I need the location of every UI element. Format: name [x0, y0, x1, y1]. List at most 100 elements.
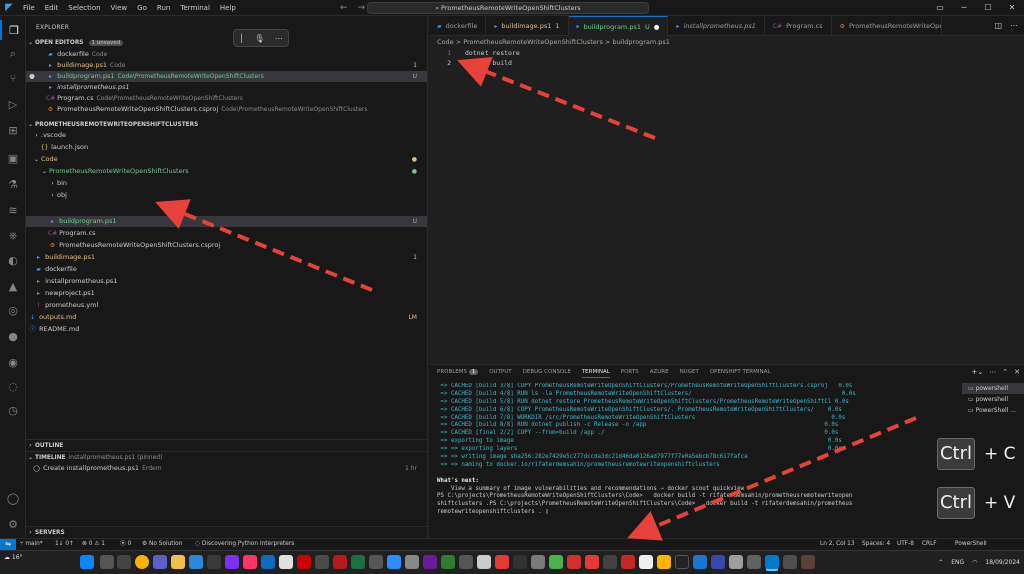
- extensions-icon[interactable]: ⊞: [0, 120, 26, 140]
- testing-icon[interactable]: ⚗: [0, 174, 26, 194]
- sync-status[interactable]: 1↓ 0↑: [55, 539, 74, 550]
- command-center-search[interactable]: ⌕ PrometheusRemoteWriteOpenShiftClusters: [367, 2, 649, 14]
- menu-run[interactable]: Run: [152, 0, 175, 16]
- menu-file[interactable]: File: [18, 0, 40, 16]
- tree-file[interactable]: ▸ buildimage.ps1 1: [26, 252, 427, 263]
- chrome-icon[interactable]: [135, 555, 149, 569]
- open-editor-item[interactable]: C# Program.cs Code\PrometheusRemoteWriteO…: [26, 93, 427, 104]
- workspace-folder-header[interactable]: ⌄ PROMETHEUSREMOTEWRITEOPENSHIFTCLUSTERS: [26, 119, 427, 130]
- unsaved-dot-icon[interactable]: ●: [26, 71, 38, 82]
- code-editor[interactable]: 1 dotnet restore 2 dotnet build: [429, 48, 1024, 364]
- tab-ports[interactable]: PORTS: [621, 369, 639, 378]
- run-debug-icon[interactable]: ▷: [0, 94, 26, 114]
- layout-icon[interactable]: ▭: [928, 0, 952, 16]
- tree-folder[interactable]: › obj: [26, 190, 427, 201]
- tree-folder[interactable]: ⌄ Code ●: [26, 154, 427, 165]
- tab-debug-console[interactable]: DEBUG CONSOLE: [523, 369, 571, 378]
- account-icon[interactable]: ◯: [0, 488, 26, 508]
- github-icon[interactable]: ●: [0, 326, 26, 346]
- cursor-icon[interactable]: │: [239, 34, 244, 43]
- tab-installprometheus[interactable]: ▸ installprometheus.ps1: [668, 16, 765, 36]
- gitlens-icon[interactable]: ◌: [0, 376, 26, 396]
- app-icon[interactable]: [495, 555, 509, 569]
- tab-terminal[interactable]: TERMINAL: [581, 369, 610, 378]
- vscode-taskbar-icon[interactable]: [765, 555, 779, 569]
- app-icon[interactable]: [639, 555, 653, 569]
- settings-gear-icon[interactable]: ⚙: [0, 514, 26, 534]
- open-editors-header[interactable]: ⌄ OPEN EDITORS 1 unsaved: [26, 37, 427, 48]
- app-icon[interactable]: [333, 555, 347, 569]
- encoding[interactable]: UTF-8: [897, 539, 914, 550]
- app-icon[interactable]: [423, 555, 437, 569]
- tray-chevron-icon[interactable]: ⌃: [938, 551, 943, 574]
- close-button[interactable]: ✕: [1000, 0, 1024, 16]
- microphone-icon[interactable]: 🎙: [254, 34, 264, 43]
- app-icon[interactable]: [621, 555, 635, 569]
- app-icon[interactable]: [351, 555, 365, 569]
- app-icon[interactable]: [567, 555, 581, 569]
- app-icon[interactable]: [783, 555, 797, 569]
- problems-status[interactable]: ⊗ 0 ⚠ 1: [82, 539, 105, 550]
- tree-file[interactable]: ▰ dockerfile: [26, 264, 427, 275]
- tab-problems[interactable]: PROBLEMS 1: [437, 369, 479, 378]
- tab-buildimage[interactable]: ▸ buildimage.ps1 1: [486, 16, 569, 36]
- terminal-instance[interactable]: ▭ PowerShell ...: [962, 405, 1024, 416]
- mail-icon[interactable]: [189, 555, 203, 569]
- unsaved-dot-icon[interactable]: ●: [654, 23, 660, 31]
- split-editor-icon[interactable]: ◫: [994, 16, 1002, 36]
- app-icon[interactable]: [585, 555, 599, 569]
- forward-arrow-icon[interactable]: →: [358, 0, 366, 16]
- terminal-instance[interactable]: ▭ powershell: [962, 383, 1024, 394]
- app-icon[interactable]: [477, 555, 491, 569]
- more-actions-icon[interactable]: ⋯: [989, 368, 996, 376]
- menu-go[interactable]: Go: [132, 0, 152, 16]
- breadcrumb[interactable]: Code > PrometheusRemoteWriteOpenShiftClu…: [429, 37, 1024, 48]
- app-icon[interactable]: [531, 555, 545, 569]
- app-icon[interactable]: [243, 555, 257, 569]
- app-icon[interactable]: [729, 555, 743, 569]
- database-icon[interactable]: ◎: [0, 300, 26, 320]
- servers-header[interactable]: › SERVERS: [26, 526, 427, 537]
- app-icon[interactable]: [657, 555, 671, 569]
- app-icon[interactable]: [801, 555, 815, 569]
- docker-icon[interactable]: ≋: [0, 200, 26, 220]
- app-icon[interactable]: [513, 555, 527, 569]
- start-icon[interactable]: [80, 555, 94, 569]
- app-icon[interactable]: [603, 555, 617, 569]
- tree-folder[interactable]: › bin: [26, 178, 427, 189]
- app-icon[interactable]: [405, 555, 419, 569]
- tree-file-selected[interactable]: ▸ buildprogram.ps1 U: [26, 216, 427, 227]
- explorer-icon[interactable]: ❐: [0, 20, 26, 40]
- tab-program-cs[interactable]: C# Program.cs: [765, 16, 832, 36]
- new-terminal-icon[interactable]: +⌄: [972, 368, 984, 376]
- tab-buildprogram[interactable]: ▸ buildprogram.ps1 U ●: [568, 16, 669, 36]
- kubernetes-icon[interactable]: ⎈: [0, 226, 26, 246]
- tab-csproj[interactable]: ⚙PrometheusRemoteWriteOpenShiftClusters.…: [832, 16, 942, 36]
- menu-edit[interactable]: Edit: [40, 0, 64, 16]
- cursor-position[interactable]: Ln 2, Col 13: [820, 539, 855, 550]
- app-icon[interactable]: [369, 555, 383, 569]
- open-editor-item-active[interactable]: ● ▸ buildprogram.ps1 Code\PrometheusRemote…: [26, 71, 427, 82]
- timeline-header[interactable]: ⌄ TIMELINE installprometheus.ps1 (pinned): [26, 451, 427, 462]
- tree-file[interactable]: {} launch.json: [26, 142, 427, 153]
- teams-icon[interactable]: [153, 555, 167, 569]
- indentation[interactable]: Spaces: 4: [862, 539, 890, 550]
- close-panel-icon[interactable]: ✕: [1014, 368, 1020, 376]
- solution-status[interactable]: ⚙ No Solution: [142, 539, 182, 550]
- weather-widget[interactable]: ☁ 16°: [4, 554, 23, 561]
- tab-openshift-terminal[interactable]: OPENSHIFT TERMINAL: [710, 369, 771, 378]
- tab-azure[interactable]: AZURE: [650, 369, 669, 378]
- timeline-icon[interactable]: ◷: [0, 400, 26, 420]
- remote-explorer-icon[interactable]: ▣: [0, 148, 26, 168]
- zoom-icon[interactable]: [387, 555, 401, 569]
- language-indicator[interactable]: ENG: [951, 551, 964, 574]
- app-icon[interactable]: [315, 555, 329, 569]
- timeline-entry[interactable]: ◯ Create installprometheus.ps1 Erdem 1 hr: [26, 463, 427, 474]
- tree-file[interactable]: ⚙ PrometheusRemoteWriteOpenShiftClusters…: [26, 240, 427, 251]
- wifi-icon[interactable]: ◠: [972, 551, 977, 574]
- widgets-icon[interactable]: [117, 555, 131, 569]
- ports-status[interactable]: ⦿ 0: [120, 539, 131, 550]
- tab-output[interactable]: OUTPUT: [489, 369, 511, 378]
- app-icon[interactable]: [459, 555, 473, 569]
- app-icon[interactable]: [207, 555, 221, 569]
